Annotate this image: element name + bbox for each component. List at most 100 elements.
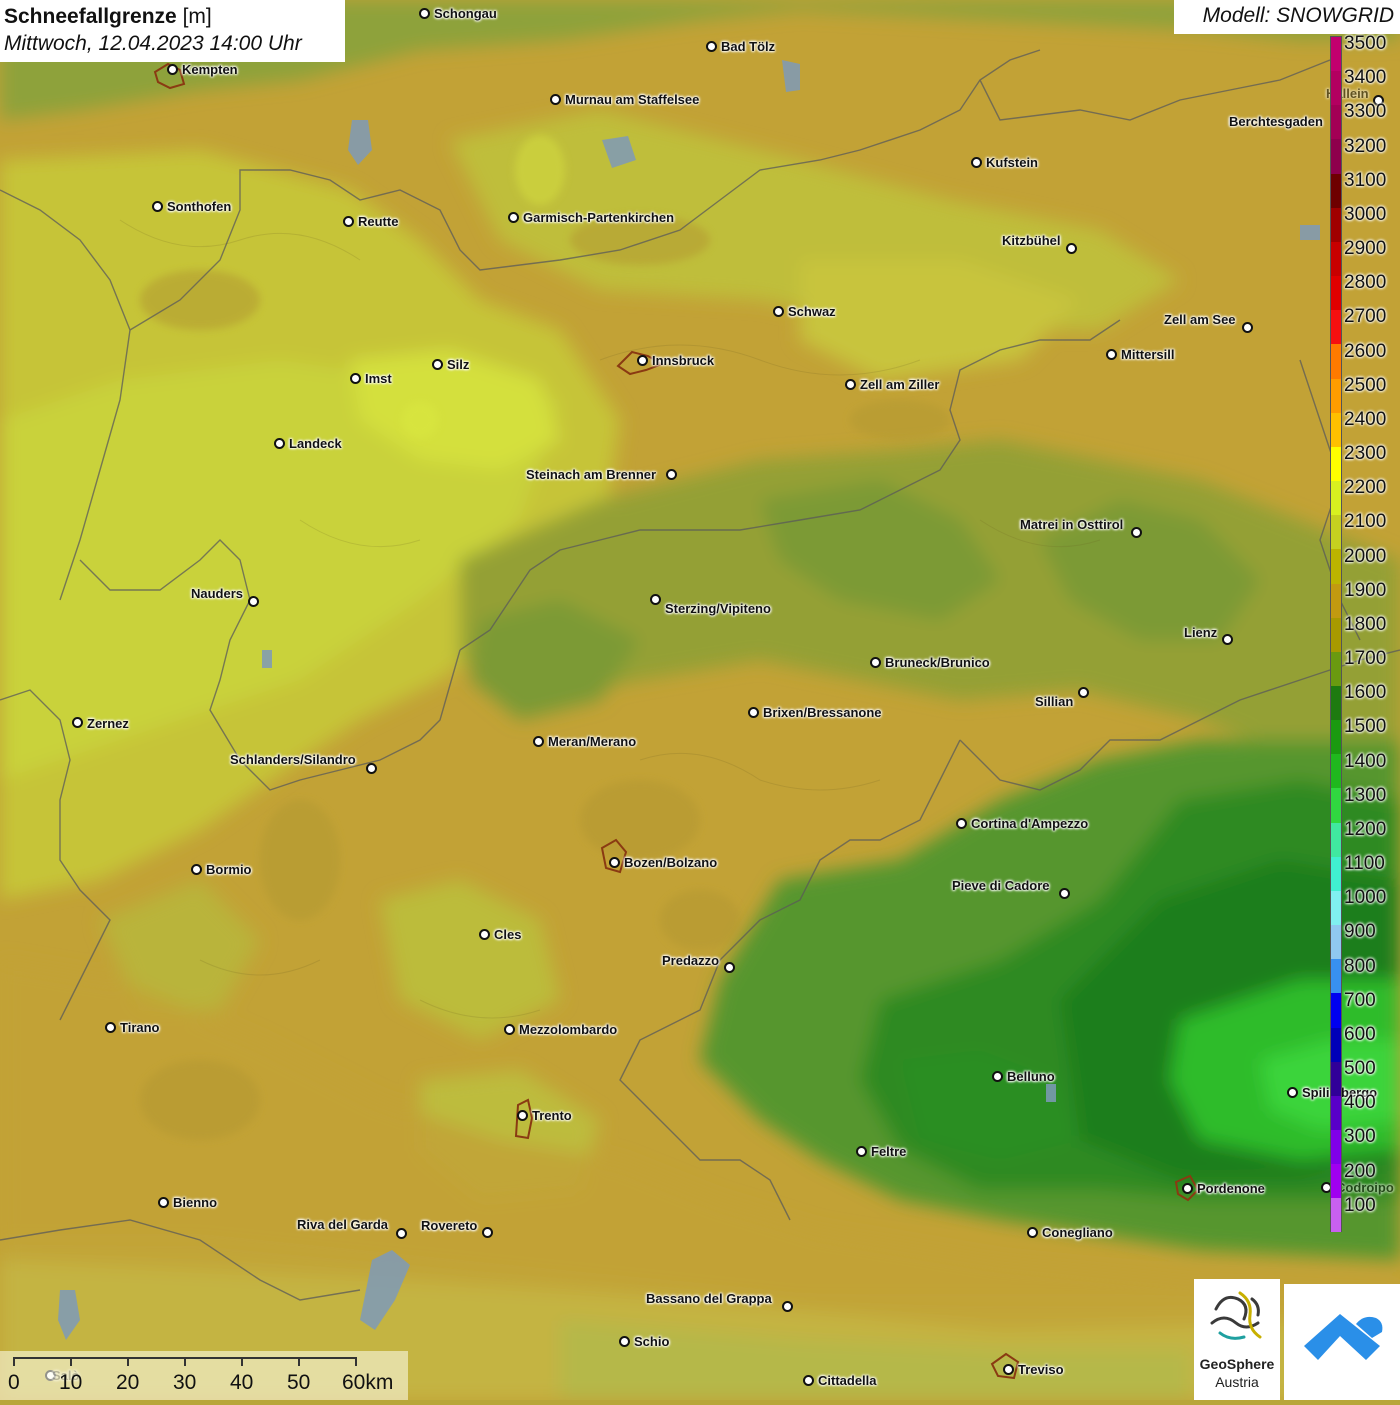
- place-marker-icon[interactable]: [517, 1110, 528, 1121]
- place-marker-icon[interactable]: [748, 707, 759, 718]
- place-marker-icon[interactable]: [158, 1197, 169, 1208]
- place-marker-icon[interactable]: [650, 594, 661, 605]
- geosphere-sub: Austria: [1215, 1374, 1259, 1390]
- place-marker-icon[interactable]: [343, 216, 354, 227]
- scale-label: 20: [116, 1371, 140, 1394]
- geosphere-name: GeoSphere: [1199, 1356, 1275, 1372]
- place-marker-icon[interactable]: [1287, 1087, 1298, 1098]
- place-marker-icon[interactable]: [782, 1301, 793, 1312]
- legend-color-bar: [1330, 36, 1342, 1233]
- legend-swatch: [1331, 105, 1341, 140]
- legend-label: 1600: [1344, 682, 1387, 704]
- place-label: Conegliano: [1042, 1225, 1113, 1240]
- scale-label: 60km: [342, 1371, 394, 1394]
- legend-label: 700: [1344, 989, 1376, 1011]
- place-marker-icon[interactable]: [845, 379, 856, 390]
- place-marker-icon[interactable]: [724, 962, 735, 973]
- place-marker-icon[interactable]: [1027, 1227, 1038, 1238]
- place-marker-icon[interactable]: [609, 857, 620, 868]
- geosphere-logo[interactable]: GeoSphere Austria: [1194, 1279, 1280, 1400]
- legend-label: 800: [1344, 955, 1376, 977]
- place-marker-icon[interactable]: [1106, 349, 1117, 360]
- color-legend: 3500 3400 3300 3200 3100 3000 2900 2800 2700 2600…: [1330, 33, 1400, 1234]
- place-label: Landeck: [289, 436, 342, 451]
- place-marker-icon[interactable]: [419, 8, 430, 19]
- place-label: Nauders: [191, 586, 244, 601]
- place-marker-icon[interactable]: [191, 864, 202, 875]
- place-marker-icon[interactable]: [706, 41, 717, 52]
- place-label: Kitzbühel: [1002, 233, 1061, 248]
- place-label: Cittadella: [818, 1373, 877, 1388]
- place-label: Mezzolombardo: [519, 1022, 618, 1037]
- place-marker-icon[interactable]: [1059, 888, 1070, 899]
- legend-label: 1100: [1344, 853, 1385, 875]
- place-marker-icon[interactable]: [1131, 527, 1142, 538]
- place-marker-icon[interactable]: [971, 157, 982, 168]
- legend-swatch: [1331, 788, 1341, 823]
- legend-label: 200: [1344, 1160, 1376, 1182]
- legend-label: 3300: [1344, 101, 1387, 123]
- place-marker-icon[interactable]: [274, 438, 285, 449]
- place-marker-icon[interactable]: [666, 469, 677, 480]
- place-marker-icon[interactable]: [508, 212, 519, 223]
- place-marker-icon[interactable]: [366, 763, 377, 774]
- scale-label: 50: [287, 1371, 311, 1394]
- place-marker-icon[interactable]: [350, 373, 361, 384]
- place-label: Bormio: [206, 862, 252, 877]
- place-marker-icon[interactable]: [992, 1071, 1003, 1082]
- place-marker-icon[interactable]: [482, 1227, 493, 1238]
- place-marker-icon[interactable]: [1222, 634, 1233, 645]
- place-label: Predazzo: [662, 953, 720, 968]
- place-marker-icon[interactable]: [72, 717, 83, 728]
- place-label: Zell am See: [1164, 312, 1236, 327]
- place-marker-icon[interactable]: [1242, 322, 1253, 333]
- place-label: Zernez: [87, 716, 129, 731]
- place-marker-icon[interactable]: [105, 1022, 116, 1033]
- place-label: Belluno: [1007, 1069, 1055, 1084]
- place-marker-icon[interactable]: [432, 359, 443, 370]
- place-label: Murnau am Staffelsee: [565, 92, 700, 107]
- place-label: Pordenone: [1197, 1181, 1265, 1196]
- legend-swatch: [1331, 1164, 1341, 1199]
- scale-bar: 0 10 20 30 40 50 60km: [0, 1351, 408, 1400]
- legend-label: 1800: [1344, 613, 1387, 635]
- place-marker-icon[interactable]: [248, 596, 259, 607]
- place-marker-icon[interactable]: [870, 657, 881, 668]
- place-marker-icon[interactable]: [1182, 1183, 1193, 1194]
- place-marker-icon[interactable]: [1066, 243, 1077, 254]
- legend-label: 600: [1344, 1023, 1376, 1045]
- place-label: Cles: [494, 927, 522, 942]
- place-marker-icon[interactable]: [152, 201, 163, 212]
- legend-label: 2100: [1344, 511, 1387, 533]
- place-marker-icon[interactable]: [550, 94, 561, 105]
- place-marker-icon[interactable]: [956, 818, 967, 829]
- place-marker-icon[interactable]: [504, 1024, 515, 1035]
- place-label: Reutte: [358, 214, 399, 229]
- place-marker-icon[interactable]: [479, 929, 490, 940]
- legend-label: 3200: [1344, 135, 1387, 157]
- place-marker-icon[interactable]: [1003, 1364, 1014, 1375]
- legend-swatch: [1331, 241, 1341, 277]
- place-label: Feltre: [871, 1144, 907, 1159]
- legend-swatch: [1331, 310, 1341, 345]
- place-label: Treviso: [1018, 1362, 1064, 1377]
- place-marker-icon[interactable]: [637, 355, 648, 366]
- place-marker-icon[interactable]: [803, 1375, 814, 1386]
- legend-swatch: [1331, 925, 1341, 960]
- legend-label: 3400: [1344, 67, 1387, 89]
- place-marker-icon[interactable]: [619, 1336, 630, 1347]
- legend-swatch: [1331, 993, 1341, 1028]
- legend-swatch: [1331, 651, 1341, 686]
- legend-swatch: [1331, 37, 1341, 72]
- legend-label: 3500: [1344, 33, 1387, 54]
- app-logo[interactable]: [1284, 1284, 1400, 1400]
- geosphere-emblem-icon: [1210, 1291, 1262, 1340]
- place-marker-icon[interactable]: [167, 64, 178, 75]
- place-marker-icon[interactable]: [396, 1228, 407, 1239]
- place-marker-icon[interactable]: [533, 736, 544, 747]
- legend-label: 300: [1344, 1126, 1376, 1148]
- legend-label: 2400: [1344, 408, 1387, 430]
- place-marker-icon[interactable]: [773, 306, 784, 317]
- place-marker-icon[interactable]: [856, 1146, 867, 1157]
- place-marker-icon[interactable]: [1078, 687, 1089, 698]
